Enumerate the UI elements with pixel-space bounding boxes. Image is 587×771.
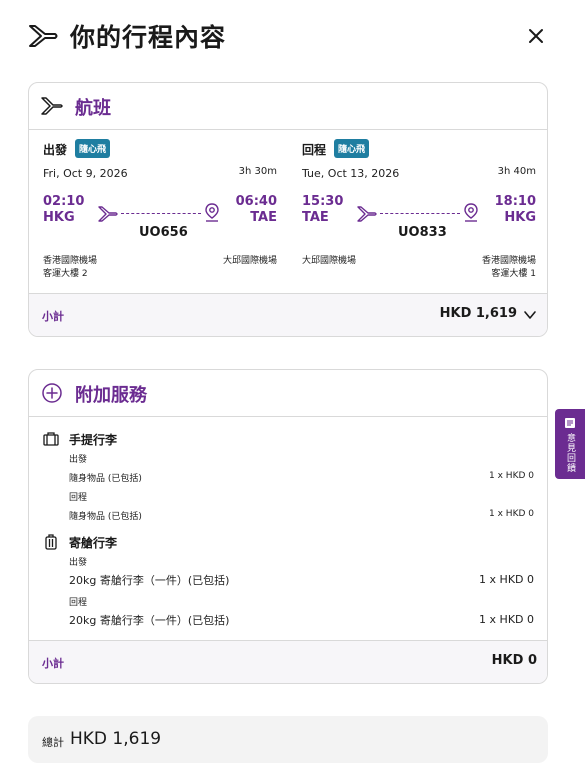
route-line (121, 213, 201, 214)
briefcase-icon (43, 432, 59, 446)
page-header: 你的行程內容 (0, 0, 587, 70)
carry-on-title: 手提行李 (69, 433, 118, 447)
return-item: 隨身物品 (已包括) (69, 512, 142, 522)
return-label: 回程 (69, 493, 88, 503)
airplane-icon (41, 97, 63, 115)
departure-terminal: 客運大樓 2 (43, 269, 88, 279)
arrival-time: 06:40 (235, 194, 277, 209)
leg-date: Tue, Oct 13, 2026 (302, 167, 400, 180)
leg-date: Fri, Oct 9, 2026 (43, 167, 128, 180)
outbound-label: 出發 (69, 558, 88, 568)
total-label: 總計 (42, 736, 64, 749)
fare-badge: 隨心飛 (334, 139, 370, 158)
departure-code: HKG (43, 210, 75, 225)
return-amount: 1 x HKD 0 (479, 613, 534, 626)
departure-airport: 大邱國際機場 (302, 255, 356, 268)
feedback-label: 意見回饋 (565, 433, 575, 473)
airplane-icon (357, 206, 377, 222)
location-pin-icon (464, 203, 478, 222)
outbound-item: 隨身物品 (已包括) (69, 474, 142, 484)
flights-subtotal-row[interactable]: 小計 HKD 1,619 (29, 293, 547, 336)
outbound-item: 20kg 寄艙行李（一件）(已包括) (69, 574, 230, 587)
arrival-airport: 香港國際機場 客運大樓 1 (482, 255, 536, 281)
arrival-airport-name: 香港國際機場 (481, 256, 536, 266)
outbound-amount: 1 x HKD 0 (479, 573, 534, 586)
subtotal-amount: HKD 1,619 (439, 306, 517, 321)
flight-number: UO656 (139, 225, 188, 240)
arrival-time: 18:10 (494, 194, 536, 209)
departure-code: TAE (302, 210, 329, 225)
total-amount: HKD 1,619 (70, 729, 162, 749)
leg-direction: 回程 (302, 143, 327, 157)
plus-circle-icon (42, 383, 62, 403)
return-label: 回程 (69, 598, 88, 608)
subtotal-amount: HKD 0 (491, 653, 537, 668)
arrival-terminal: 客運大樓 1 (491, 269, 536, 279)
fare-badge: 隨心飛 (75, 139, 111, 158)
leg-direction: 出發 (43, 143, 68, 157)
location-pin-icon (205, 203, 219, 222)
outbound-amount: 1 x HKD 0 (489, 471, 534, 481)
return-item: 20kg 寄艙行李（一件）(已包括) (69, 614, 230, 627)
feedback-icon (565, 418, 575, 428)
addons-card: 附加服務 手提行李 出發 隨身物品 (已包括) 1 x HKD 0 回程 隨身物… (28, 369, 548, 684)
flight-number: UO833 (398, 225, 447, 240)
arrival-code: TAE (250, 210, 277, 225)
addons-title: 附加服務 (75, 385, 147, 406)
departure-airport: 香港國際機場 客運大樓 2 (43, 255, 97, 281)
arrival-airport: 大邱國際機場 (223, 255, 277, 268)
flights-card-header: 航班 (29, 83, 547, 130)
total-bar: 總計 HKD 1,619 (28, 716, 548, 763)
arrival-code: HKG (504, 210, 536, 225)
feedback-tab[interactable]: 意見回饋 (555, 409, 585, 479)
chevron-down-icon[interactable] (523, 308, 537, 322)
checked-baggage-group: 寄艙行李 出發 20kg 寄艙行李（一件）(已包括) 1 x HKD 0 回程 … (43, 534, 534, 634)
subtotal-label: 小計 (42, 310, 64, 323)
airplane-icon (29, 25, 58, 47)
addons-card-header: 附加服務 (29, 370, 547, 417)
departure-airport-name: 大邱國際機場 (302, 256, 357, 266)
close-icon[interactable] (524, 24, 548, 48)
checked-baggage-title: 寄艙行李 (69, 536, 118, 550)
departure-time: 15:30 (302, 194, 344, 209)
carry-on-group: 手提行李 出發 隨身物品 (已包括) 1 x HKD 0 回程 隨身物品 (已包… (43, 431, 534, 526)
suitcase-icon (45, 534, 57, 550)
flights-card: 航班 出發 隨心飛 Fri, Oct 9, 2026 3h 30m 02:10 … (28, 82, 548, 337)
route-line (380, 213, 460, 214)
airplane-icon (98, 206, 118, 222)
leg-duration: 3h 30m (238, 166, 277, 177)
return-amount: 1 x HKD 0 (489, 509, 534, 519)
page-title: 你的行程內容 (70, 23, 227, 52)
leg-duration: 3h 40m (497, 166, 536, 177)
addons-subtotal-row: 小計 HKD 0 (29, 640, 547, 683)
subtotal-label: 小計 (42, 657, 64, 670)
flights-title: 航班 (75, 98, 111, 119)
departure-airport-name: 香港國際機場 (43, 256, 98, 266)
arrival-airport-name: 大邱國際機場 (222, 256, 277, 266)
outbound-label: 出發 (69, 455, 88, 465)
departure-time: 02:10 (43, 194, 85, 209)
